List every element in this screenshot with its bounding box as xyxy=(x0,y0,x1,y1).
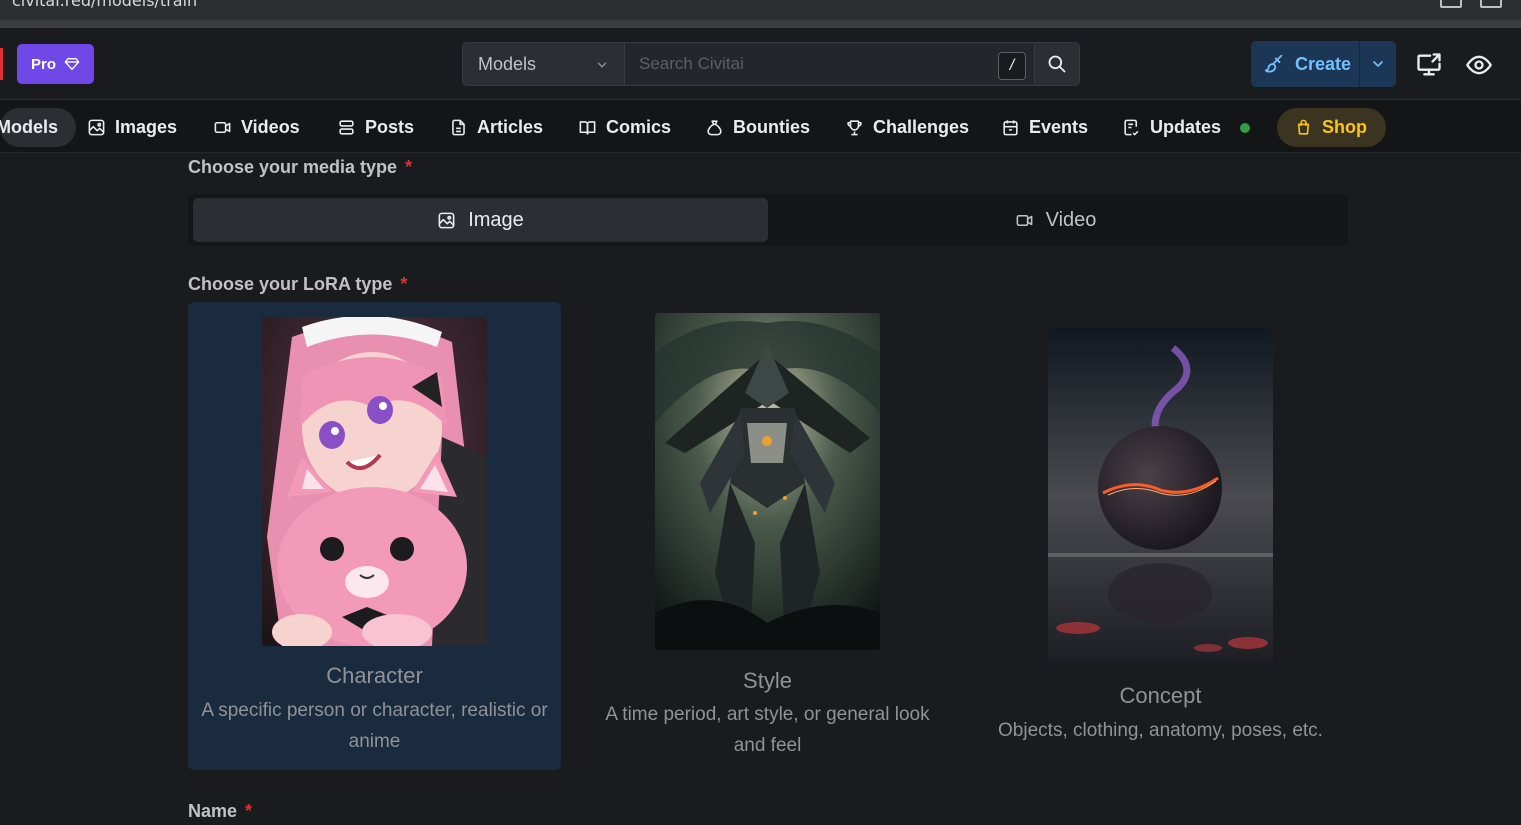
lora-type-description: A time period, art style, or general loo… xyxy=(605,704,930,756)
name-label-text: Name xyxy=(188,801,238,821)
create-split-button: Create xyxy=(1251,41,1396,87)
required-mark: * xyxy=(245,801,253,821)
brush-icon xyxy=(1264,54,1283,73)
nav-item-bounties[interactable]: Bounties xyxy=(705,108,810,147)
nav-item-label: Bounties xyxy=(733,117,811,137)
screen-icon[interactable] xyxy=(1480,0,1502,8)
nav-item-videos[interactable]: Videos xyxy=(213,108,300,147)
search-shortcut-key: / xyxy=(998,52,1026,80)
lora-type-card-style[interactable]: Style A time period, art style, or gener… xyxy=(581,302,954,770)
search-bar: Models / xyxy=(462,42,1080,86)
checklist-icon xyxy=(1124,119,1139,136)
lora-type-card-concept[interactable]: Concept Objects, clothing, anatomy, pose… xyxy=(974,302,1347,770)
logo-edge xyxy=(0,48,3,80)
nav-item-label: Updates xyxy=(1150,117,1222,137)
nav-item-posts[interactable]: Posts xyxy=(337,108,414,147)
lora-type-description: Objects, clothing, anatomy, poses, etc. xyxy=(998,720,1323,741)
video-icon xyxy=(214,121,231,134)
shopping-bag-icon xyxy=(1297,119,1310,135)
chevron-down-icon xyxy=(597,62,607,68)
media-type-segmented-control: Image Video xyxy=(188,194,1348,246)
image-icon xyxy=(438,212,455,228)
media-option-label: Video xyxy=(1045,208,1097,231)
chevron-down-icon xyxy=(1373,61,1383,68)
video-icon xyxy=(1016,214,1033,226)
lora-type-label: Choose your LoRA type * xyxy=(188,274,407,295)
diamond-icon xyxy=(64,58,80,70)
create-label: Create xyxy=(1295,53,1352,74)
nav-item-shop[interactable]: Shop xyxy=(1277,108,1386,147)
article-icon xyxy=(452,119,465,136)
book-icon xyxy=(579,121,596,135)
name-label: Name * xyxy=(188,801,252,822)
media-type-label: Choose your media type * xyxy=(188,157,412,178)
browser-divider xyxy=(0,20,1521,28)
lora-type-title: Character xyxy=(326,663,423,688)
search-category-select[interactable]: Models xyxy=(462,42,625,86)
main-nav: Models Images Videos Posts Articles Comi… xyxy=(0,100,1521,153)
style-image xyxy=(655,313,880,650)
site-header: Pro Models / Create xyxy=(0,28,1521,100)
create-button[interactable]: Create xyxy=(1251,41,1359,87)
create-menu-toggle[interactable] xyxy=(1359,41,1396,87)
nav-item-label: Videos xyxy=(241,117,300,137)
browser-url[interactable]: civitai.red/models/train xyxy=(12,0,197,10)
nav-item-comics[interactable]: Comics xyxy=(578,108,671,147)
screen-share-icon xyxy=(1417,53,1441,76)
cast-icon[interactable] xyxy=(1440,0,1462,8)
style-thumbnail xyxy=(655,313,880,650)
nav-item-models[interactable]: Models xyxy=(0,108,77,147)
nav-item-images[interactable]: Images xyxy=(87,108,177,147)
search-button[interactable] xyxy=(1035,42,1080,86)
search-icon xyxy=(1048,55,1066,73)
moneybag-icon xyxy=(707,120,722,136)
media-option-video[interactable]: Video xyxy=(768,198,1343,242)
nav-item-updates[interactable]: Updates xyxy=(1122,108,1251,147)
lora-type-title: Style xyxy=(743,668,792,693)
updates-indicator-dot xyxy=(1240,122,1251,133)
pro-button[interactable]: Pro xyxy=(17,44,94,84)
lora-type-label-text: Choose your LoRA type xyxy=(188,274,393,294)
required-mark: * xyxy=(405,157,413,177)
required-mark: * xyxy=(400,274,408,294)
lora-type-description: A specific person or character, realisti… xyxy=(201,700,548,752)
nav-item-events[interactable]: Events xyxy=(1001,108,1088,147)
search-field[interactable]: / xyxy=(625,42,1035,86)
nav-item-challenges[interactable]: Challenges xyxy=(845,108,969,147)
nav-item-label: Images xyxy=(115,117,178,137)
nav-item-articles[interactable]: Articles xyxy=(449,108,543,147)
nav-item-label: Articles xyxy=(477,117,544,137)
nav-item-label: Events xyxy=(1029,117,1089,137)
concept-image xyxy=(1048,328,1273,665)
eye-icon xyxy=(1466,55,1492,75)
image-icon xyxy=(88,119,105,136)
nav-item-label: Comics xyxy=(606,117,672,137)
search-category-value: Models xyxy=(478,53,537,74)
media-option-image[interactable]: Image xyxy=(193,198,768,242)
search-input[interactable] xyxy=(639,54,979,74)
nav-item-label: Shop xyxy=(1322,117,1367,137)
pro-label: Pro xyxy=(30,55,56,73)
nav-item-label: Posts xyxy=(365,117,415,137)
calendar-icon xyxy=(1003,120,1018,136)
media-type-label-text: Choose your media type xyxy=(188,157,398,177)
nav-item-label: Challenges xyxy=(873,117,970,137)
screen-share-button[interactable] xyxy=(1415,51,1443,79)
concept-thumbnail xyxy=(1048,328,1273,665)
lora-type-card-character[interactable]: Character A specific person or character… xyxy=(188,302,561,770)
character-thumbnail xyxy=(262,317,487,646)
media-option-label: Image xyxy=(468,208,524,231)
lora-type-title: Concept xyxy=(1119,683,1202,708)
trophy-icon xyxy=(847,120,862,136)
visibility-button[interactable] xyxy=(1465,51,1493,79)
browser-url-bar[interactable]: civitai.red/models/train xyxy=(0,0,1521,20)
nav-item-label: Models xyxy=(0,117,59,137)
character-image xyxy=(262,317,487,646)
posts-icon xyxy=(339,120,354,135)
